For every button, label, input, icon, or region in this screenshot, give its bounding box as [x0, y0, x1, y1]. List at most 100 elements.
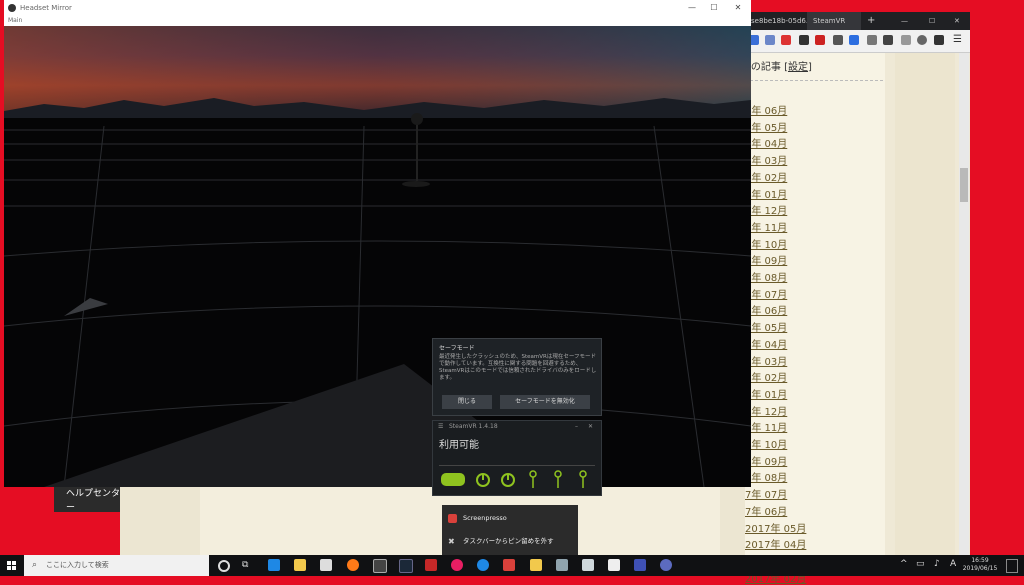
steamvr-taskbar-icon[interactable] — [660, 559, 672, 571]
extension-icon[interactable] — [901, 35, 911, 45]
menu-main[interactable]: Main — [8, 16, 22, 26]
firefox-icon[interactable] — [347, 559, 359, 571]
start-button[interactable] — [0, 555, 24, 576]
archive-link[interactable]: 7年 06月 — [745, 503, 787, 518]
extension-icon[interactable] — [833, 35, 843, 45]
screenpresso-icon[interactable] — [503, 559, 515, 571]
archive-heading: ]の記事 [設定] — [747, 58, 812, 73]
taskbar-search[interactable]: ⌕ ここに入力して検索 — [24, 555, 209, 576]
maximize-button[interactable]: ☐ — [702, 0, 726, 16]
close-button[interactable]: ✕ — [726, 0, 750, 16]
help-center-button[interactable]: ヘルプセンター — [54, 487, 120, 513]
archive-link[interactable]: 9年 05月 — [745, 119, 787, 134]
app-icon[interactable] — [425, 559, 437, 571]
steam-icon[interactable] — [399, 559, 413, 573]
folder-icon[interactable] — [530, 559, 542, 571]
minimize-button[interactable]: — — [680, 0, 704, 16]
mirror-titlebar[interactable]: Headset Mirror — ☐ ✕ — [4, 0, 751, 16]
archive-link[interactable]: 7年 09月 — [745, 453, 787, 468]
archive-link[interactable]: 8年 12月 — [745, 202, 787, 217]
profile-icon[interactable] — [917, 35, 927, 45]
archive-link[interactable]: 2017年 05月 — [745, 520, 806, 535]
extension-icon[interactable] — [781, 35, 791, 45]
cortana-icon[interactable] — [218, 560, 230, 572]
store-icon[interactable] — [320, 559, 332, 571]
steamvr-settings-icon[interactable] — [634, 559, 646, 571]
headset-icon[interactable] — [441, 473, 465, 486]
extension-icon[interactable] — [867, 35, 877, 45]
archive-link[interactable]: 7年 10月 — [745, 436, 787, 451]
archive-link[interactable]: 7年 08月 — [745, 469, 787, 484]
extension-icon[interactable] — [849, 35, 859, 45]
ime-indicator[interactable]: A — [950, 559, 956, 569]
link-icon[interactable] — [934, 35, 944, 45]
clock[interactable]: 16:59 2019/06/15 — [960, 557, 1000, 573]
archive-link[interactable]: 8年 04月 — [745, 336, 787, 351]
basestation-icon[interactable] — [501, 473, 515, 487]
disable-safe-mode-button[interactable]: セーフモードを無効化 — [500, 395, 590, 409]
archive-link[interactable]: 9年 03月 — [745, 152, 787, 167]
app-icon[interactable] — [451, 559, 463, 571]
scrollbar[interactable] — [959, 53, 969, 555]
extension-icon[interactable] — [883, 35, 893, 45]
archive-link[interactable]: 2017年 04月 — [745, 536, 806, 551]
browser-minimize-button[interactable]: — — [895, 12, 921, 30]
steamvr-status-text: 利用可能 — [439, 440, 479, 451]
edge-icon[interactable] — [268, 559, 280, 571]
task-view-icon[interactable]: ⧉ — [242, 559, 254, 571]
browser-tab[interactable]: se8be18b-05d6... — [745, 12, 813, 30]
extension-icon[interactable] — [765, 35, 775, 45]
archive-link[interactable]: 8年 05月 — [745, 319, 787, 334]
extension-icon[interactable] — [799, 35, 809, 45]
archive-link[interactable]: 8年 08月 — [745, 269, 787, 284]
archive-link[interactable]: 7年 11月 — [745, 419, 787, 434]
new-tab-button[interactable]: + — [861, 12, 877, 30]
headset-mirror-window: Headset Mirror — ☐ ✕ Main — [4, 0, 751, 487]
archive-link[interactable]: 9年 04月 — [745, 135, 787, 150]
menu-item-label: Screenpresso — [463, 514, 507, 522]
steamvr-close-button[interactable]: ✕ — [588, 421, 593, 433]
app-icon[interactable] — [582, 559, 594, 571]
steamvr-minimize-button[interactable]: – — [575, 421, 578, 433]
settings-link[interactable]: 設定 — [788, 62, 808, 73]
menu-item-screenpresso[interactable]: Screenpresso — [442, 508, 578, 528]
archive-link[interactable]: 8年 11月 — [745, 219, 787, 234]
app-icon[interactable] — [477, 559, 489, 571]
basestation-icon[interactable] — [476, 473, 490, 487]
extension-icon[interactable] — [815, 35, 825, 45]
close-dialog-button[interactable]: 閉じる — [442, 395, 492, 409]
oculus-icon[interactable] — [608, 559, 620, 571]
tab-label: se8be18b-05d6... — [751, 17, 813, 25]
notification-icon[interactable] — [1006, 559, 1018, 573]
app-icon[interactable] — [556, 559, 568, 571]
archive-link[interactable]: 8年 01月 — [745, 386, 787, 401]
archive-link[interactable]: 8年 07月 — [745, 286, 787, 301]
archive-link[interactable]: 8年 10月 — [745, 236, 787, 251]
tracker-icon[interactable] — [579, 470, 587, 488]
browser-close-button[interactable]: ✕ — [948, 12, 974, 30]
archive-link[interactable]: 8年 06月 — [745, 302, 787, 317]
menu-icon[interactable]: ☰ — [953, 35, 963, 45]
archive-link[interactable]: 9年 02月 — [745, 169, 787, 184]
browser-maximize-button[interactable]: ☐ — [923, 12, 949, 30]
archive-link[interactable]: 8年 03月 — [745, 353, 787, 368]
archive-link[interactable]: 9年 06月 — [745, 102, 787, 117]
app-icon[interactable] — [373, 559, 387, 573]
controller-icon[interactable] — [554, 470, 562, 488]
hamburger-icon[interactable]: ☰ — [438, 421, 443, 433]
steamvr-status-window: ☰ SteamVR 1.4.18 – ✕ 利用可能 — [432, 420, 602, 496]
controller-icon[interactable] — [529, 470, 537, 488]
scrollbar-thumb[interactable] — [960, 168, 968, 202]
archive-link[interactable]: 7年 07月 — [745, 486, 787, 501]
archive-link[interactable]: 8年 09月 — [745, 252, 787, 267]
archive-link[interactable]: 8年 02月 — [745, 369, 787, 384]
explorer-icon[interactable] — [294, 559, 306, 571]
menu-item-unpin[interactable]: ✖ タスクバーからピン留めを外す — [442, 531, 578, 551]
tray-expand-icon[interactable]: ^ — [900, 559, 908, 569]
browser-tab-steamvr[interactable]: SteamVR — [807, 12, 861, 30]
archive-link[interactable]: 7年 12月 — [745, 403, 787, 418]
network-icon[interactable]: ▭ — [916, 559, 925, 569]
volume-icon[interactable]: ♪ — [934, 559, 940, 569]
archive-link[interactable]: 9年 01月 — [745, 186, 787, 201]
steamvr-icon — [8, 4, 16, 12]
